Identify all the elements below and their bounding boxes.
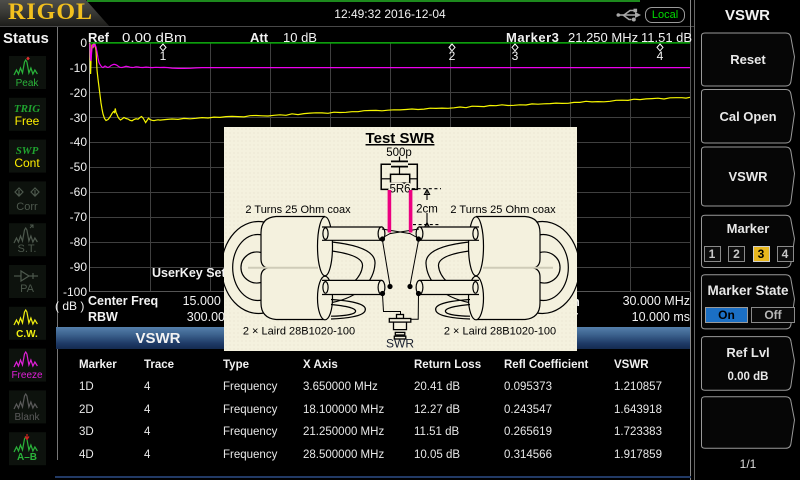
svg-text:2 Turns 25 Ohm coax: 2 Turns 25 Ohm coax (450, 204, 556, 216)
svg-text:Corr: Corr (16, 201, 38, 213)
svg-text:5R6: 5R6 (389, 184, 410, 196)
svg-text:Free: Free (15, 114, 40, 128)
svg-text:A–B: A–B (17, 452, 37, 463)
svg-text:Test SWR: Test SWR (366, 130, 435, 147)
svg-text:Freeze: Freeze (11, 370, 43, 381)
svg-text:2 × Laird 28B1020-100: 2 × Laird 28B1020-100 (444, 326, 556, 338)
svg-text:2 Turns 25 Ohm coax: 2 Turns 25 Ohm coax (245, 204, 351, 216)
svg-text:C.W.: C.W. (16, 329, 38, 340)
svg-text:Cont: Cont (14, 156, 40, 170)
svg-text:2cm: 2cm (416, 204, 438, 216)
svg-text:PA: PA (20, 283, 35, 295)
svg-text:Blank: Blank (14, 412, 40, 423)
svg-text:Peak: Peak (16, 78, 40, 89)
svg-text:2 × Laird 28B1020-100: 2 × Laird 28B1020-100 (243, 326, 355, 338)
svg-text:S.T.: S.T. (18, 243, 37, 255)
svg-text:SWR: SWR (386, 337, 414, 351)
